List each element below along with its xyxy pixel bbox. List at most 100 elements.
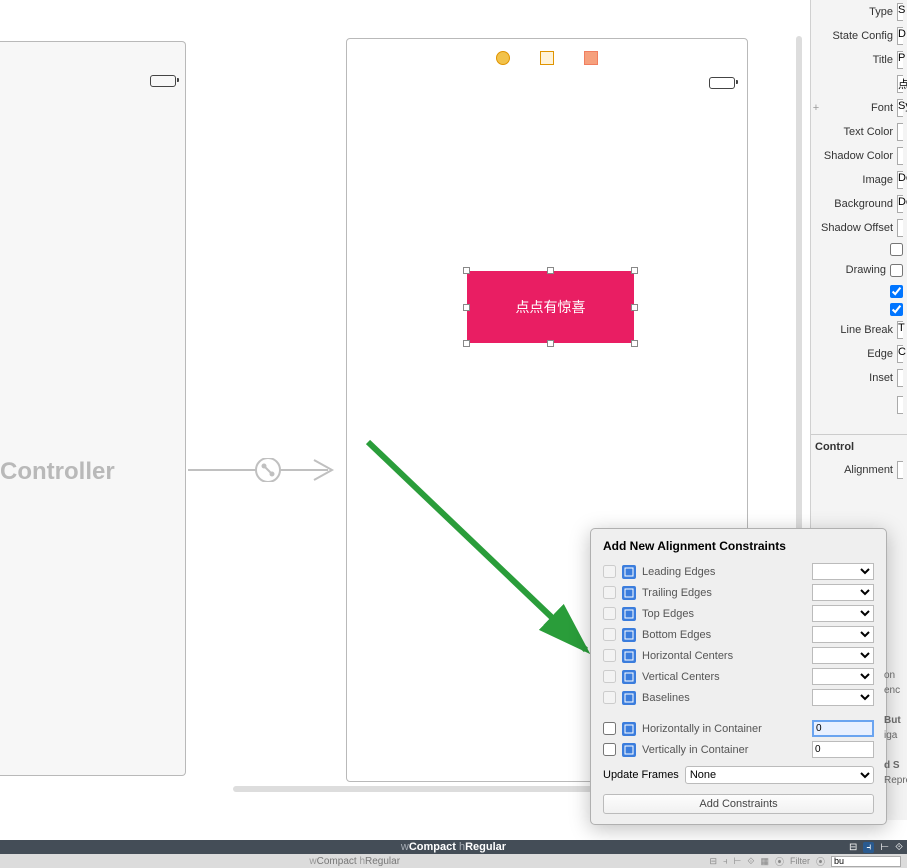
constraint-checkbox[interactable]	[603, 565, 616, 578]
title-text[interactable]: 点	[897, 75, 903, 93]
constraint-row[interactable]: Baselines	[591, 687, 886, 708]
stack-icon[interactable]: ⊟	[849, 842, 857, 853]
constraint-icon	[622, 586, 636, 600]
resize-handle[interactable]	[631, 340, 638, 347]
constraint-row[interactable]: Bottom Edges	[591, 624, 886, 645]
vc-icon[interactable]	[496, 51, 510, 65]
battery-icon	[150, 75, 176, 87]
inset-field[interactable]	[897, 369, 903, 387]
left-viewcontroller-partial[interactable]	[0, 41, 186, 776]
add-constraints-button[interactable]: Add Constraints	[603, 794, 874, 814]
update-frames-select[interactable]: None	[685, 766, 874, 784]
button-title: 点点有惊喜	[516, 297, 586, 317]
constraint-checkbox[interactable]	[603, 722, 616, 735]
selected-uibutton[interactable]: 点点有惊喜	[467, 271, 634, 343]
constraint-label: Trailing Edges	[642, 587, 812, 599]
constraint-value[interactable]	[812, 563, 874, 580]
resize-handle[interactable]	[631, 267, 638, 274]
checkbox[interactable]	[890, 243, 903, 256]
constraint-value[interactable]	[812, 584, 874, 601]
first-responder-icon[interactable]	[540, 51, 554, 65]
constraint-value[interactable]	[812, 668, 874, 685]
constraint-icon	[622, 565, 636, 579]
label: Image	[811, 174, 897, 186]
constraint-checkbox[interactable]	[603, 649, 616, 662]
alignment-constraints-popover[interactable]: Add New Alignment Constraints Leading Ed…	[590, 528, 887, 825]
constraint-label: Horizontally in Container	[642, 723, 812, 735]
font-field[interactable]: Sy	[897, 99, 903, 117]
label: Text Color	[811, 126, 897, 138]
size-class-bar[interactable]: wCompact hRegular	[0, 840, 907, 854]
exit-icon[interactable]	[584, 51, 598, 65]
resize-handle[interactable]	[631, 304, 638, 311]
label: State Config	[811, 30, 897, 42]
constraint-value[interactable]	[812, 626, 874, 643]
resize-handle[interactable]	[463, 340, 470, 347]
stack-icon[interactable]: ⊟	[709, 856, 717, 867]
label: Line Break	[811, 324, 897, 336]
pin-tool-icon[interactable]: ⊢	[880, 842, 889, 853]
image-field[interactable]: De	[897, 171, 903, 189]
constraint-label: Bottom Edges	[642, 629, 812, 641]
resolve-tool-icon[interactable]: ⟐	[895, 842, 903, 853]
resize-handle[interactable]	[547, 267, 554, 274]
vertical-scrollbar[interactable]	[796, 36, 802, 556]
filter-input[interactable]	[831, 856, 901, 867]
type-field[interactable]: S	[897, 3, 903, 21]
resize-handle[interactable]	[547, 340, 554, 347]
constraint-checkbox[interactable]	[603, 607, 616, 620]
pin-icon[interactable]: ⊢	[734, 856, 742, 867]
constraint-row[interactable]: Horizontally in Container	[591, 718, 886, 739]
constraint-icon	[622, 670, 636, 684]
state-field[interactable]: D	[897, 27, 903, 45]
constraint-label: Vertical Centers	[642, 671, 812, 683]
constraint-label: Baselines	[642, 692, 812, 704]
constraint-icon	[622, 649, 636, 663]
constraint-row[interactable]: Top Edges	[591, 603, 886, 624]
battery-icon	[709, 77, 735, 89]
constraint-row[interactable]: Trailing Edges	[591, 582, 886, 603]
checkbox[interactable]	[890, 303, 903, 316]
resize-handle[interactable]	[463, 304, 470, 311]
grid-icon[interactable]: ▦	[760, 856, 769, 867]
resize-handle[interactable]	[463, 267, 470, 274]
background-field[interactable]: De	[897, 195, 903, 213]
constraint-value[interactable]	[812, 741, 874, 758]
resolve-icon[interactable]: ⟐	[747, 856, 754, 867]
constraint-row[interactable]: Vertically in Container	[591, 739, 886, 760]
label: Type	[811, 6, 897, 18]
constraint-value[interactable]	[812, 720, 874, 737]
constraint-label: Leading Edges	[642, 566, 812, 578]
checkbox[interactable]	[890, 264, 903, 277]
segue-arrow[interactable]	[188, 458, 346, 482]
constraint-label: Vertically in Container	[642, 744, 812, 756]
constraint-checkbox[interactable]	[603, 628, 616, 641]
constraint-row[interactable]: Vertical Centers	[591, 666, 886, 687]
constraint-value[interactable]	[812, 689, 874, 706]
align-icon[interactable]: ⫞	[723, 856, 728, 867]
edge-field[interactable]: C	[897, 345, 903, 363]
alignment-field[interactable]	[897, 461, 903, 479]
shadowoffset-field[interactable]	[897, 219, 903, 237]
shadowcolor-field[interactable]	[897, 147, 903, 165]
constraint-checkbox[interactable]	[603, 586, 616, 599]
textcolor-field[interactable]	[897, 123, 903, 141]
label: Background	[811, 198, 897, 210]
constraint-row[interactable]: Leading Edges	[591, 561, 886, 582]
constraint-checkbox[interactable]	[603, 691, 616, 704]
add-icon[interactable]: +	[811, 102, 821, 114]
constraint-value[interactable]	[812, 647, 874, 664]
align-tool-icon[interactable]: ⫞	[863, 842, 874, 853]
scene-dock[interactable]	[347, 51, 747, 61]
checkbox[interactable]	[890, 285, 903, 298]
constraint-label: Horizontal Centers	[642, 650, 812, 662]
field[interactable]	[897, 396, 903, 414]
secondary-bottom-bar: wCompact hRegular ⊟ ⫞ ⊢ ⟐ ▦ ⦿Filter ⦿	[0, 854, 907, 868]
constraint-value[interactable]	[812, 605, 874, 622]
constraint-row[interactable]: Horizontal Centers	[591, 645, 886, 666]
linebreak-field[interactable]: T	[897, 321, 903, 339]
constraint-checkbox[interactable]	[603, 670, 616, 683]
update-frames-label: Update Frames	[603, 769, 679, 781]
title-field[interactable]: P	[897, 51, 903, 69]
constraint-checkbox[interactable]	[603, 743, 616, 756]
